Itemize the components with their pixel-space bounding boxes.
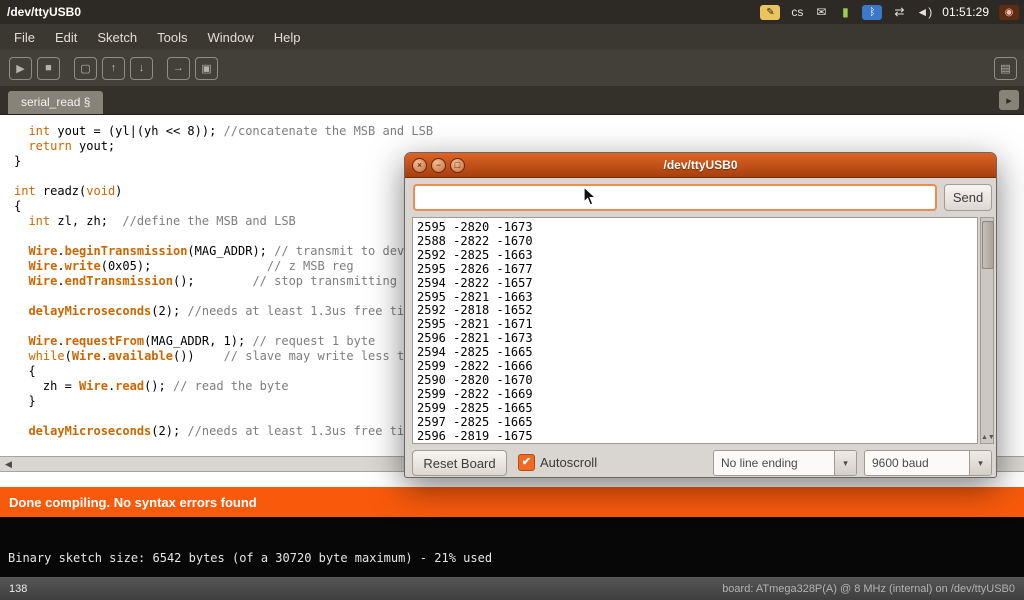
desktop: /dev/ttyUSB0 ✎ cs ✉ ▮ ᛒ ⇄ ◄) 01:51:29 ◉ FileEdit… <box>0 0 1024 600</box>
scrollbar-thumb[interactable] <box>982 221 994 269</box>
upload-button[interactable]: → <box>167 57 190 80</box>
system-tray: ✎ cs ✉ ▮ ᛒ ⇄ ◄) 01:51:29 ◉ <box>760 4 1019 20</box>
ide-status-line: 138 board: ATmega328P(A) @ 8 MHz (intern… <box>0 577 1024 600</box>
menu-edit[interactable]: Edit <box>45 26 87 49</box>
serial-output-line: 2594 -2822 -1657 <box>417 277 977 291</box>
cursor-line-number: 138 <box>9 583 27 595</box>
autoscroll-label: Autoscroll <box>540 455 597 470</box>
new-sketch-button[interactable]: ▢ <box>74 57 97 80</box>
open-button[interactable]: ↑ <box>102 57 125 80</box>
serial-output-line: 2595 -2821 -1671 <box>417 318 977 332</box>
keyboard-layout-indicator[interactable]: cs <box>790 4 804 20</box>
reset-board-button[interactable]: Reset Board <box>412 450 507 476</box>
bluetooth-icon[interactable]: ᛒ <box>862 5 882 20</box>
volume-icon[interactable]: ◄) <box>916 4 932 20</box>
serial-output-line: 2595 -2826 -1677 <box>417 263 977 277</box>
toolbar-buttons: ▶■ ▢↑↓ →▣ <box>9 57 218 80</box>
toolbar-right: ▤ <box>994 57 1017 80</box>
scrollbar-arrows-icon[interactable]: ▲▼ <box>981 434 993 442</box>
close-button[interactable]: × <box>412 158 427 173</box>
menu-file[interactable]: File <box>4 26 45 49</box>
clock[interactable]: 01:51:29 <box>942 4 989 20</box>
serial-output-line: 2599 -2822 -1669 <box>417 388 977 402</box>
compile-status-bar: Done compiling. No syntax errors found <box>0 487 1024 517</box>
serial-output-area[interactable]: 2595 -2820 -16732588 -2822 -16702592 -28… <box>412 217 978 444</box>
serial-output-line: 2597 -2825 -1665 <box>417 416 977 430</box>
autoscroll-checkbox[interactable]: ✔ <box>518 454 535 471</box>
serial-monitor-window: ×−□ /dev/ttyUSB0 Send 2595 -2820 -167325… <box>404 152 997 478</box>
serial-output-lines: 2595 -2820 -16732588 -2822 -16702592 -28… <box>417 221 977 444</box>
compile-status-message: Done compiling. No syntax errors found <box>9 495 257 510</box>
serial-monitor-button[interactable]: ▤ <box>994 57 1017 80</box>
serial-output-line: 2599 -2822 -1666 <box>417 360 977 374</box>
serial-output-line: 2592 -2818 -1652 <box>417 304 977 318</box>
baud-rate-dropdown[interactable]: 9600 baud ▾ <box>864 450 992 476</box>
serial-monitor-titlebar[interactable]: ×−□ /dev/ttyUSB0 <box>405 153 996 178</box>
serial-send-input[interactable] <box>413 184 937 211</box>
mail-icon[interactable]: ✉ <box>814 4 828 20</box>
serial-output-line: 2594 -2825 -1665 <box>417 346 977 360</box>
serial-output-line: 2599 -2825 -1665 <box>417 402 977 416</box>
line-ending-dropdown[interactable]: No line ending ▾ <box>713 450 857 476</box>
window-controls: ×−□ <box>412 158 465 173</box>
verify-button[interactable]: ▶ <box>9 57 32 80</box>
baud-rate-value: 9600 baud <box>865 451 969 475</box>
scroll-left-icon[interactable]: ◀ <box>5 459 12 470</box>
tab-menu-button[interactable]: ▸ <box>999 90 1019 110</box>
session-menu-icon[interactable]: ◉ <box>999 5 1019 20</box>
menu-help[interactable]: Help <box>264 26 311 49</box>
top-panel: /dev/ttyUSB0 ✎ cs ✉ ▮ ᛒ ⇄ ◄) 01:51:29 ◉ <box>0 0 1024 24</box>
notes-icon[interactable]: ✎ <box>760 5 780 20</box>
active-window-title: /dev/ttyUSB0 <box>7 5 81 19</box>
chevron-down-icon[interactable]: ▾ <box>834 451 856 475</box>
export-button[interactable]: ▣ <box>195 57 218 80</box>
menubar: FileEditSketchToolsWindowHelp <box>0 24 1024 50</box>
serial-output-line: 2588 -2822 -1670 <box>417 235 977 249</box>
send-button[interactable]: Send <box>944 184 992 211</box>
menu-sketch[interactable]: Sketch <box>87 26 147 49</box>
chevron-down-icon[interactable]: ▾ <box>969 451 991 475</box>
serial-output-scrollbar[interactable]: ▲▼ <box>980 217 994 444</box>
battery-icon[interactable]: ▮ <box>838 4 852 20</box>
console-text: Binary sketch size: 6542 bytes (of a 307… <box>8 551 492 565</box>
network-icon[interactable]: ⇄ <box>892 4 906 20</box>
console-output: Binary sketch size: 6542 bytes (of a 307… <box>0 517 1024 577</box>
serial-output-line: 2592 -2825 -1663 <box>417 249 977 263</box>
save-button[interactable]: ↓ <box>130 57 153 80</box>
serial-output-line: 2596 -2821 -1673 <box>417 332 977 346</box>
serial-output-line: 2590 -2820 -1670 <box>417 374 977 388</box>
tabbar: serial_read § ▸ <box>0 86 1024 114</box>
minimize-button[interactable]: − <box>431 158 446 173</box>
menu-tools[interactable]: Tools <box>147 26 197 49</box>
line-ending-value: No line ending <box>714 451 834 475</box>
tab-serial-read[interactable]: serial_read § <box>8 91 103 114</box>
maximize-button[interactable]: □ <box>450 158 465 173</box>
serial-monitor-title: /dev/ttyUSB0 <box>405 158 996 172</box>
menu-window[interactable]: Window <box>197 26 263 49</box>
toolbar: ▶■ ▢↑↓ →▣ ▤ <box>0 50 1024 86</box>
serial-output-line: 2595 -2820 -1673 <box>417 221 977 235</box>
stop-button[interactable]: ■ <box>37 57 60 80</box>
code-line: int yout = (yl|(yh << 8)); //concatenate… <box>14 124 1024 139</box>
serial-output-line: 2595 -2821 -1663 <box>417 291 977 305</box>
board-info: board: ATmega328P(A) @ 8 MHz (internal) … <box>722 583 1015 595</box>
serial-output-line: 2596 -2819 -1675 <box>417 430 977 444</box>
